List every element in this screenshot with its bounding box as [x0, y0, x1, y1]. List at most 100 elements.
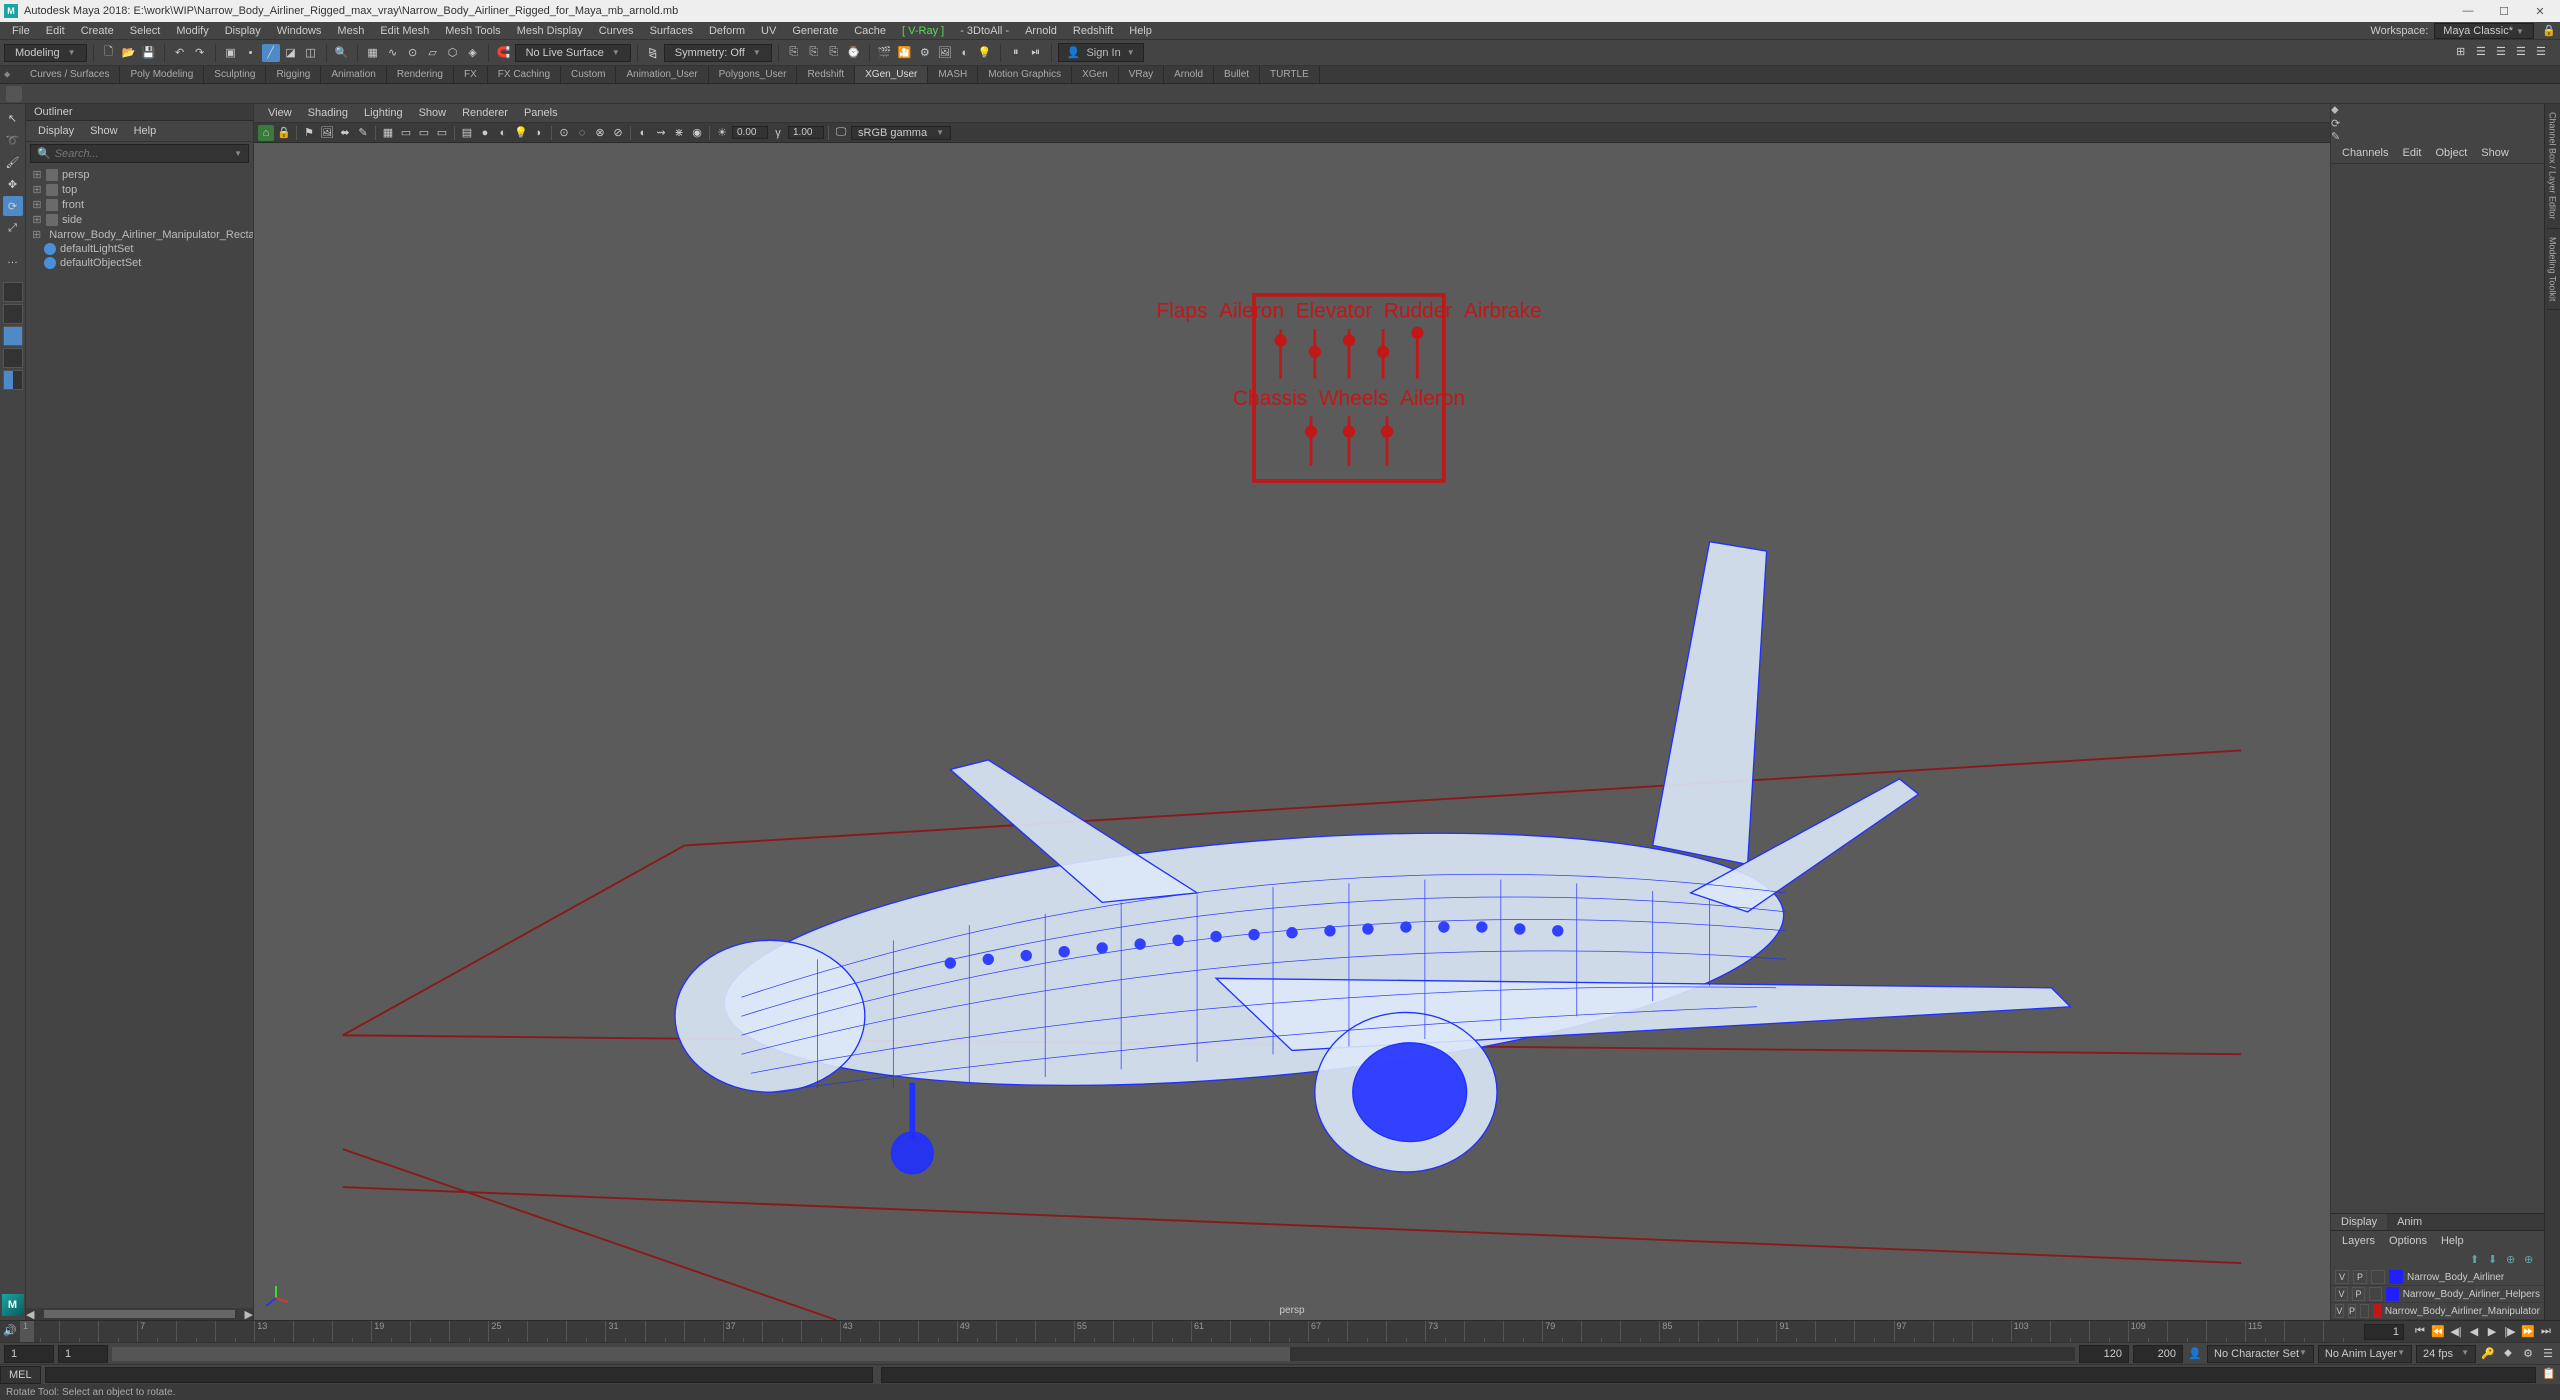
goto-start-icon[interactable]: ⏮ — [2412, 1324, 2428, 1340]
fps-dropdown[interactable]: 24 fps▼ — [2416, 1345, 2476, 1363]
snap-view-icon[interactable]: ◈ — [464, 44, 482, 62]
light-editor-icon[interactable]: 💡 — [976, 44, 994, 62]
layer-visibility-toggle[interactable]: V — [2335, 1304, 2344, 1318]
shelf-tab-turtle[interactable]: TURTLE — [1260, 66, 1320, 83]
select-camera-icon[interactable]: ⌂ — [258, 125, 274, 141]
menu-generate[interactable]: Generate — [784, 23, 846, 39]
layer-display-type[interactable] — [2371, 1270, 2385, 1284]
shelf-tab-rendering[interactable]: Rendering — [387, 66, 454, 83]
viewport-menu-panels[interactable]: Panels — [516, 106, 566, 120]
snap-point-icon[interactable]: ⊙ — [404, 44, 422, 62]
lasso-tool-icon[interactable]: ➰ — [3, 130, 23, 150]
shelf-tab-motiongraphics[interactable]: Motion Graphics — [978, 66, 1072, 83]
play-forward-icon[interactable]: ▶ — [2484, 1324, 2500, 1340]
shelf-tab-poly-user[interactable]: Polygons_User — [709, 66, 798, 83]
menu-cache[interactable]: Cache — [846, 23, 894, 39]
layer-visibility-toggle[interactable]: V — [2335, 1270, 2349, 1284]
last-tool-icon[interactable]: … — [3, 250, 23, 270]
select-vertex-icon[interactable]: • — [242, 44, 260, 62]
menu-create[interactable]: Create — [73, 23, 122, 39]
shadows-icon[interactable]: ◗ — [531, 125, 547, 141]
layer-row[interactable]: V P Narrow_Body_Airliner_Manipulator — [2331, 1303, 2544, 1320]
viewport-menu-shading[interactable]: Shading — [300, 106, 356, 120]
step-forward-key-icon[interactable]: ⏩ — [2520, 1324, 2536, 1340]
gamma-icon[interactable]: γ — [770, 125, 786, 141]
layout-four-icon[interactable] — [3, 304, 23, 324]
resolution-gate-icon[interactable]: ▭ — [416, 125, 432, 141]
shelf-tab-animation[interactable]: Animation — [321, 66, 386, 83]
layer-display-type[interactable] — [2360, 1304, 2369, 1318]
shelf-menu-toggle-icon[interactable]: ⬥ — [4, 66, 10, 80]
move-layer-down-icon[interactable]: ⬇ — [2488, 1253, 2502, 1267]
xray-components-icon[interactable]: ⊘ — [610, 125, 626, 141]
2d-pan-icon[interactable]: ⬌ — [337, 125, 353, 141]
search-chevron-icon[interactable]: ▼ — [234, 149, 242, 158]
layers-menu-help[interactable]: Help — [2434, 1233, 2471, 1249]
view-transform-icon[interactable]: 🖵 — [833, 125, 849, 141]
construction-history-icon[interactable]: ⌚ — [845, 44, 863, 62]
minimize-button[interactable]: — — [2456, 5, 2480, 18]
layer-row[interactable]: V P Narrow_Body_Airliner — [2331, 1269, 2544, 1286]
layer-display-type[interactable] — [2369, 1287, 2382, 1301]
signin-button[interactable]: 👤 Sign In ▼ — [1058, 43, 1144, 62]
shelf-tab-fxcaching[interactable]: FX Caching — [488, 66, 561, 83]
side-tab-channelbox[interactable]: Channel Box / Layer Editor — [2547, 104, 2559, 229]
play-back-icon[interactable]: ◀ — [2466, 1324, 2482, 1340]
layer-color-swatch[interactable] — [2373, 1304, 2381, 1318]
menu-uv[interactable]: UV — [753, 23, 784, 39]
shelf-tab-redshift[interactable]: Redshift — [797, 66, 855, 83]
range-slider-track[interactable] — [112, 1347, 2075, 1361]
exposure-field[interactable]: 0.00 — [732, 126, 768, 139]
select-by-name-icon[interactable]: 🔍 — [333, 44, 351, 62]
layer-playback-toggle[interactable]: P — [2353, 1270, 2367, 1284]
menu-edit-mesh[interactable]: Edit Mesh — [372, 23, 437, 39]
time-slider[interactable]: 🔊 17131925313743495561677379859197103109… — [0, 1320, 2560, 1342]
gamma-field[interactable]: 1.00 — [788, 126, 824, 139]
viewport-menu-view[interactable]: View — [260, 106, 300, 120]
symmetry-icon[interactable]: ⧎ — [644, 44, 662, 62]
shelf-tab-bullet[interactable]: Bullet — [1214, 66, 1260, 83]
menu-3dtoall[interactable]: - 3DtoAll - — [952, 23, 1017, 39]
toggle-dg-icon[interactable]: ⏯ — [1027, 44, 1045, 62]
playback-prefs-icon[interactable]: ☰ — [2540, 1346, 2556, 1362]
move-tool-icon[interactable]: ✥ — [3, 174, 23, 194]
layer-name[interactable]: Narrow_Body_Airliner_Helpers — [2403, 1289, 2540, 1300]
menu-edit[interactable]: Edit — [38, 23, 73, 39]
goto-end-icon[interactable]: ⏭ — [2538, 1324, 2554, 1340]
shaded-icon[interactable]: ● — [477, 125, 493, 141]
viewport-menu-lighting[interactable]: Lighting — [356, 106, 411, 120]
maximize-button[interactable]: ☐ — [2492, 5, 2516, 18]
character-set-dropdown[interactable]: No Character Set▼ — [2207, 1345, 2314, 1363]
viewport-menu-show[interactable]: Show — [411, 106, 455, 120]
shelf-tab-vray[interactable]: VRay — [1119, 66, 1164, 83]
menu-surfaces[interactable]: Surfaces — [642, 23, 701, 39]
script-editor-icon[interactable]: 📋 — [2542, 1367, 2558, 1383]
symmetry-dropdown[interactable]: Symmetry: Off▼ — [664, 44, 772, 62]
current-frame-field[interactable]: 1 — [2364, 1324, 2404, 1340]
layer-name[interactable]: Narrow_Body_Airliner — [2407, 1272, 2504, 1283]
outliner-item-persp[interactable]: ⊞persp — [30, 167, 249, 182]
cmd-language-label[interactable]: MEL — [0, 1366, 41, 1384]
menu-help[interactable]: Help — [1121, 23, 1160, 39]
lock-camera-icon[interactable]: 🔒 — [276, 125, 292, 141]
shelf-tab-poly[interactable]: Poly Modeling — [120, 66, 204, 83]
layers-tab-anim[interactable]: Anim — [2387, 1214, 2432, 1230]
menu-display[interactable]: Display — [217, 23, 269, 39]
set-key-icon[interactable]: ⬥ — [2500, 1346, 2516, 1362]
msaa-icon[interactable]: ⋇ — [671, 125, 687, 141]
outliner-item-front[interactable]: ⊞front — [30, 197, 249, 212]
film-gate-icon[interactable]: ▭ — [398, 125, 414, 141]
xray-joints-icon[interactable]: ⊗ — [592, 125, 608, 141]
menu-deform[interactable]: Deform — [701, 23, 753, 39]
layer-playback-toggle[interactable]: P — [2348, 1304, 2357, 1318]
outliner-scrollbar[interactable]: ◀▶ — [26, 1308, 253, 1320]
channelbox-menu-channels[interactable]: Channels — [2335, 145, 2395, 161]
menu-set-dropdown[interactable]: Modeling▼ — [4, 44, 87, 62]
shelf-item-icon[interactable] — [6, 86, 22, 102]
select-face-icon[interactable]: ◪ — [282, 44, 300, 62]
channelbox-menu-edit[interactable]: Edit — [2395, 145, 2428, 161]
menu-vray[interactable]: [ V-Ray ] — [894, 23, 952, 39]
shelf-tab-xgen[interactable]: XGen — [1072, 66, 1119, 83]
layer-playback-toggle[interactable]: P — [2352, 1287, 2365, 1301]
attr-editor-icon[interactable]: ⬥ — [2331, 104, 2544, 117]
